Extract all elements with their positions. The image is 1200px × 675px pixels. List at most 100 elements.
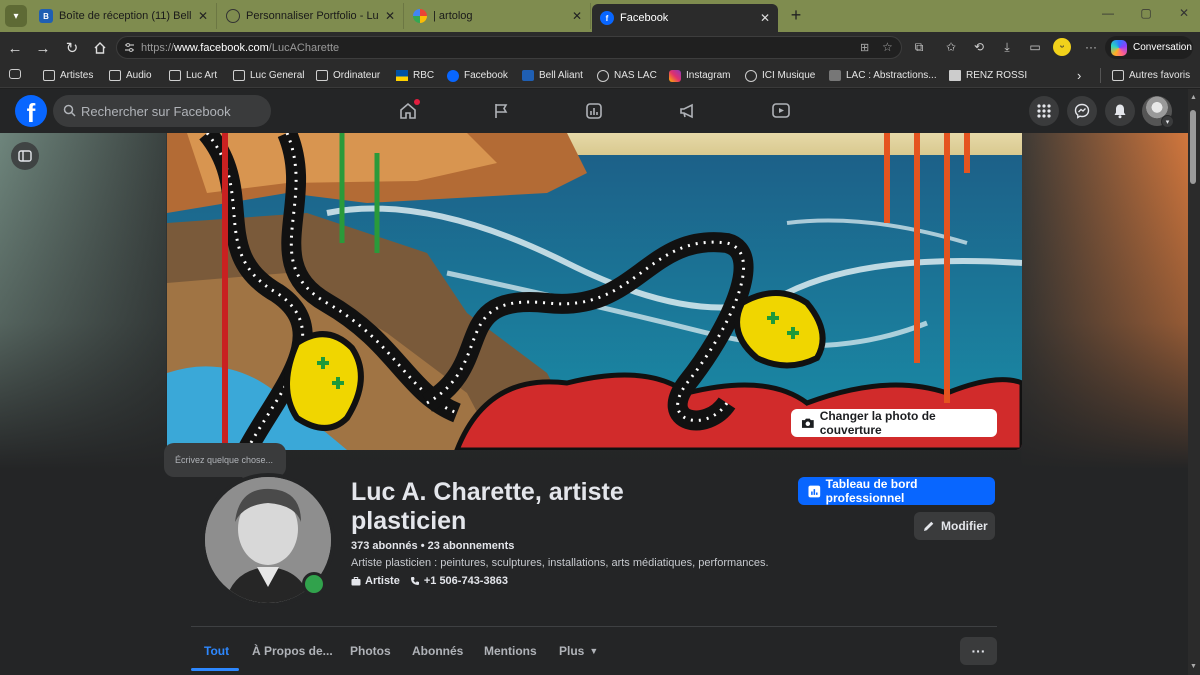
new-tab-button[interactable]: + [785,4,807,26]
favorite-star-icon[interactable]: ☆ [882,40,893,54]
tooltip-text: Écrivez quelque chose... [175,455,274,465]
tab-about[interactable]: À Propos de... [252,644,333,658]
bookmark-label: Facebook [464,70,508,81]
chevron-down-icon: ▾ [13,10,19,22]
bookmark-bell-aliant[interactable]: Bell Aliant [522,68,583,83]
profile-more-options-button[interactable]: ··· [960,637,997,665]
bookmark-facebook[interactable]: Facebook [447,68,508,83]
favorites-icon[interactable]: ✩ [941,38,961,56]
bookmark-luc-art[interactable]: Luc Art [169,68,217,83]
facebook-icon [447,69,459,82]
briefcase-icon [351,576,361,585]
change-cover-photo-label: Changer la photo de couverture [819,409,936,437]
nav-pages[interactable] [489,100,513,122]
more-bookmarks-chevron-icon[interactable]: › [1077,68,1081,83]
bookmark-rbc[interactable]: RBC [396,68,434,83]
close-icon[interactable]: ✕ [760,11,770,25]
close-icon[interactable]: ✕ [198,9,208,23]
bookmark-ici-musique[interactable]: ICI Musique [745,68,815,83]
tab-actions-button[interactable]: ▾ [5,5,27,27]
home-button[interactable] [89,37,111,59]
bell-icon [522,70,534,81]
bookmark-label: Bell Aliant [539,70,583,81]
smiley-extension-icon[interactable]: ᵕ [1053,38,1071,56]
online-status-dot [302,572,326,596]
extensions-icon[interactable]: ⧉ [909,38,929,56]
followers-count[interactable]: 373 abonnés [351,540,418,552]
maximize-button[interactable]: ▢ [1134,6,1158,20]
tab-mentions[interactable]: Mentions [484,644,537,658]
folder-icon [1112,70,1124,81]
scroll-down-arrow[interactable]: ▼ [1190,663,1197,670]
conversation-label: Conversation [1133,42,1192,53]
history-icon[interactable]: ⟲ [969,38,989,56]
bookmark-artistes[interactable]: Artistes [43,68,93,83]
folder-icon [169,70,181,81]
address-bar[interactable]: https://www.facebook.com/LucACharette ⊞ … [116,36,902,59]
nav-home[interactable] [396,99,420,122]
bookmark-label: RENZ ROSSI [966,70,1028,81]
tab-photos[interactable]: Photos [350,644,391,658]
edit-profile-button[interactable]: Modifier [914,512,995,540]
screen-cast-icon[interactable]: ▭ [1025,38,1045,56]
bookmark-label: NAS LAC [614,70,657,81]
browser-tab-bell[interactable]: B Boîte de réception (11) Bell ✕ [31,3,217,29]
video-icon [772,103,790,118]
nav-professional-dashboard[interactable] [582,100,606,122]
sidebar-icon [18,150,32,162]
url-path: /LucACharette [268,41,340,54]
facebook-search-input[interactable]: Rechercher sur Facebook [53,95,271,127]
account-chevron-down-icon[interactable]: ▾ [1161,115,1174,128]
bookmark-nas-lac[interactable]: NAS LAC [597,68,657,83]
reload-button[interactable]: ↻ [61,37,83,59]
notifications-button[interactable] [1105,96,1135,126]
tab-all[interactable]: Tout [204,644,229,658]
scrollbar-thumb[interactable] [1190,110,1196,184]
page-icon [829,70,841,81]
bookmark-luc-general[interactable]: Luc General [233,68,304,83]
site-info-icon[interactable] [124,42,135,53]
messenger-button[interactable] [1067,96,1097,126]
globe-icon [745,69,757,82]
browser-tab-facebook[interactable]: f Facebook ✕ [592,4,778,32]
downloads-icon[interactable]: ⤓ [997,38,1017,56]
sidebar-toggle-button[interactable] [11,142,39,170]
nav-video[interactable] [769,100,793,122]
folder-icon [316,70,328,81]
bookmark-instagram[interactable]: Instagram [669,68,730,83]
change-cover-photo-button[interactable]: Changer la photo de couverture [791,409,997,437]
dashboard-label: Tableau de bord professionnel [825,477,918,505]
copilot-conversation-button[interactable]: Conversation [1105,36,1193,59]
folder-icon [233,70,245,81]
bookmark-audio[interactable]: Audio [109,68,152,83]
following-count[interactable]: 23 abonnements [428,540,515,552]
forward-button[interactable]: → [32,37,54,59]
bookmark-renz-rossi[interactable]: RENZ ROSSI [949,68,1027,83]
close-window-button[interactable]: ✕ [1172,6,1196,20]
bookmark-label: Autres favoris [1129,70,1191,81]
close-icon[interactable]: ✕ [572,9,582,23]
tab-more[interactable]: Plus ▼ [559,644,598,658]
menu-icon[interactable]: ··· [1081,38,1101,56]
bookmark-ordinateur[interactable]: Ordinateur [316,68,380,83]
bookmark-label: Instagram [686,70,731,81]
tab-all-underline [191,668,239,671]
bookmark-lac-abstractions[interactable]: LAC : Abstractions... [829,68,937,83]
close-icon[interactable]: ✕ [385,9,395,23]
url-domain: www.facebook.com [174,41,269,54]
menu-grid-button[interactable] [1029,96,1059,126]
browser-tab-artolog[interactable]: | artolog ✕ [405,3,591,29]
minimize-button[interactable]: — [1096,6,1120,20]
reading-list-icon[interactable] [9,69,21,79]
nav-ads[interactable] [675,100,699,122]
phone-icon [410,577,419,585]
app-available-icon[interactable]: ⊞ [860,41,869,54]
back-button[interactable]: ← [4,37,26,59]
more-dots-icon: ··· [971,643,986,659]
browser-tab-portfolio[interactable]: Personnaliser Portfolio - Luc A Cha ✕ [218,3,404,29]
tab-followers[interactable]: Abonnés [412,644,463,658]
professional-dashboard-button[interactable]: Tableau de bord professionnel [798,477,995,505]
facebook-logo[interactable]: f [15,95,47,127]
scroll-up-arrow[interactable]: ▲ [1190,94,1197,101]
bookmark-autres-favoris[interactable]: Autres favoris [1112,68,1190,83]
